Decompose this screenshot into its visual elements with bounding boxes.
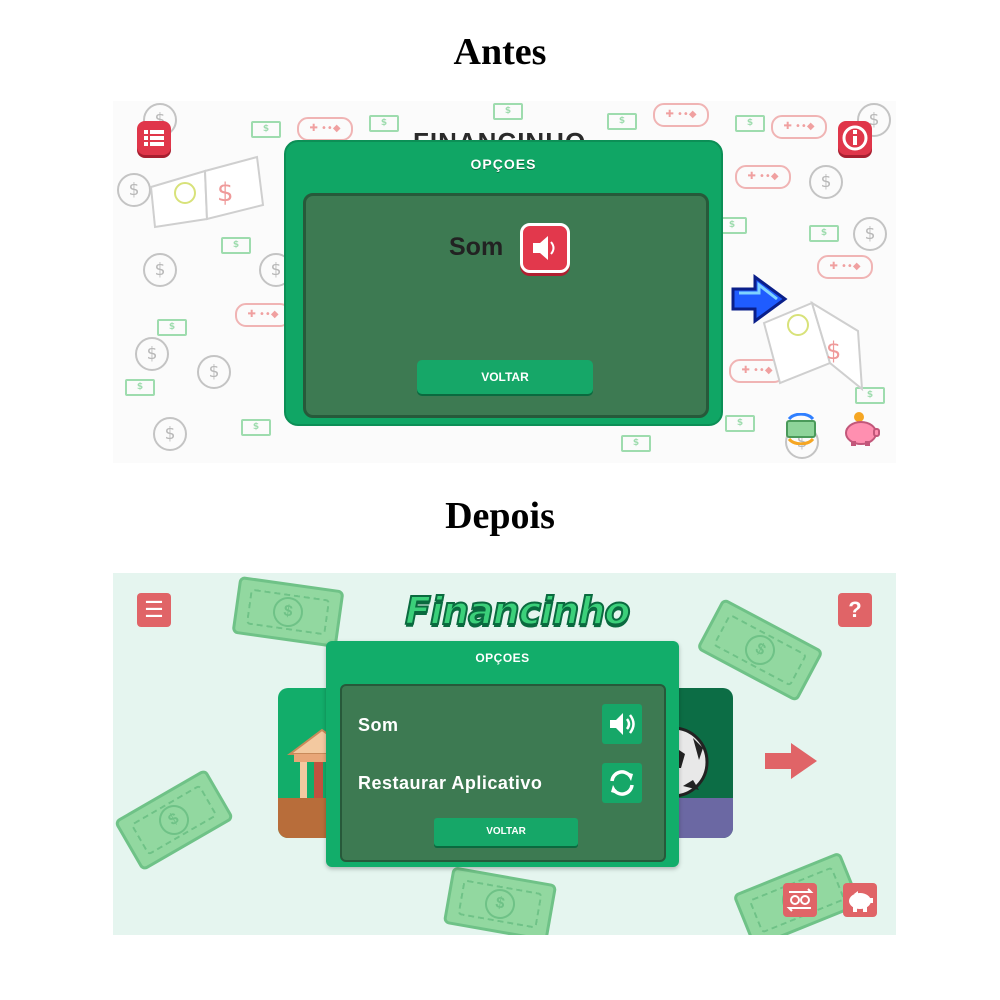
restore-app-button[interactable] bbox=[602, 763, 642, 803]
bill-pattern-icon: $ bbox=[369, 115, 399, 132]
book-doodle-icon: $ bbox=[147, 149, 267, 234]
bill-pattern-icon: $ bbox=[607, 113, 637, 130]
menu-button[interactable]: ☰ bbox=[137, 593, 171, 627]
exchange-button[interactable] bbox=[783, 883, 817, 917]
bill-pattern-icon: $ bbox=[125, 379, 155, 396]
coin-pattern-icon: $ bbox=[153, 417, 187, 451]
next-button[interactable] bbox=[763, 741, 819, 786]
before-screenshot: $ $ $ $ $ $ $ $ $ $ $ $ $ $ $ $ $ $ $ $ … bbox=[113, 101, 896, 463]
after-screenshot: $ $ $ $ $ ☰ ? Financinho bbox=[113, 573, 896, 935]
question-icon: ? bbox=[848, 597, 862, 622]
info-icon bbox=[842, 125, 868, 151]
sound-label: Som bbox=[449, 233, 504, 261]
svg-text:$: $ bbox=[826, 337, 841, 365]
speaker-icon bbox=[533, 236, 555, 260]
money-bill-icon: $ bbox=[442, 866, 558, 935]
money-bill-icon: $ bbox=[696, 597, 824, 703]
options-modal: OPÇOES Som VOLTAR bbox=[284, 140, 723, 426]
options-modal: OPÇOES Som Restaurar Aplicativo VOLTAR bbox=[326, 641, 679, 867]
gamepad-pattern-icon: ✚ ••◆ bbox=[817, 255, 873, 279]
menu-button[interactable] bbox=[137, 121, 171, 155]
coin-pattern-icon: $ bbox=[143, 253, 177, 287]
bill-pattern-icon: $ bbox=[735, 115, 765, 132]
restore-app-label: Restaurar Aplicativo bbox=[358, 773, 543, 793]
arrow-right-icon bbox=[765, 743, 817, 779]
piggy-bank-button[interactable] bbox=[841, 411, 881, 452]
piggy-bank-icon bbox=[845, 412, 880, 446]
sound-toggle-button[interactable] bbox=[520, 223, 570, 273]
bill-pattern-icon: $ bbox=[621, 435, 651, 452]
gamepad-pattern-icon: ✚ ••◆ bbox=[653, 103, 709, 127]
gamepad-pattern-icon: ✚ ••◆ bbox=[235, 303, 291, 327]
sound-label: Som bbox=[358, 715, 399, 735]
coin-pattern-icon: $ bbox=[809, 165, 843, 199]
bill-pattern-icon: $ bbox=[241, 419, 271, 436]
coin-pattern-icon: $ bbox=[853, 217, 887, 251]
modal-content: Som VOLTAR bbox=[303, 193, 709, 418]
bill-pattern-icon: $ bbox=[221, 237, 251, 254]
modal-title: OPÇOES bbox=[470, 156, 537, 172]
app-logo: Financinho bbox=[404, 588, 632, 634]
gamepad-pattern-icon: ✚ ••◆ bbox=[771, 115, 827, 139]
hamburger-icon: ☰ bbox=[144, 597, 164, 622]
info-button[interactable] bbox=[838, 121, 872, 155]
svg-text:$: $ bbox=[217, 178, 234, 208]
exchange-button[interactable] bbox=[783, 412, 819, 450]
gamepad-pattern-icon: ✚ ••◆ bbox=[297, 117, 353, 141]
back-button[interactable]: VOLTAR bbox=[417, 360, 593, 394]
bill-pattern-icon: $ bbox=[157, 319, 187, 336]
coin-pattern-icon: $ bbox=[197, 355, 231, 389]
sync-icon bbox=[610, 770, 634, 796]
modal-title: OPÇOES bbox=[475, 651, 530, 665]
money-bill-icon: $ bbox=[231, 575, 345, 649]
money-exchange-icon bbox=[786, 888, 814, 912]
bill-pattern-icon: $ bbox=[725, 415, 755, 432]
money-bill-icon: $ bbox=[113, 768, 235, 872]
piggy-bank-button[interactable] bbox=[843, 883, 877, 917]
coin-pattern-icon: $ bbox=[135, 337, 169, 371]
heading-after: Depois bbox=[445, 495, 555, 537]
money-exchange-icon bbox=[786, 412, 816, 446]
volume-icon bbox=[610, 713, 635, 735]
gamepad-pattern-icon: ✚ ••◆ bbox=[735, 165, 791, 189]
blue-arrow-icon bbox=[731, 274, 788, 324]
coin-pattern-icon: $ bbox=[117, 173, 151, 207]
sound-toggle-button[interactable] bbox=[602, 704, 642, 744]
heading-before: Antes bbox=[453, 31, 547, 73]
next-button[interactable] bbox=[729, 273, 789, 330]
bill-pattern-icon: $ bbox=[809, 225, 839, 242]
piggy-bank-icon bbox=[849, 891, 873, 912]
list-icon bbox=[144, 130, 164, 146]
bill-pattern-icon: $ bbox=[493, 103, 523, 120]
back-button[interactable]: VOLTAR bbox=[434, 818, 578, 846]
modal-content: Som Restaurar Aplicativo VOLTAR bbox=[340, 684, 666, 862]
help-button[interactable]: ? bbox=[838, 593, 872, 627]
bill-pattern-icon: $ bbox=[251, 121, 281, 138]
